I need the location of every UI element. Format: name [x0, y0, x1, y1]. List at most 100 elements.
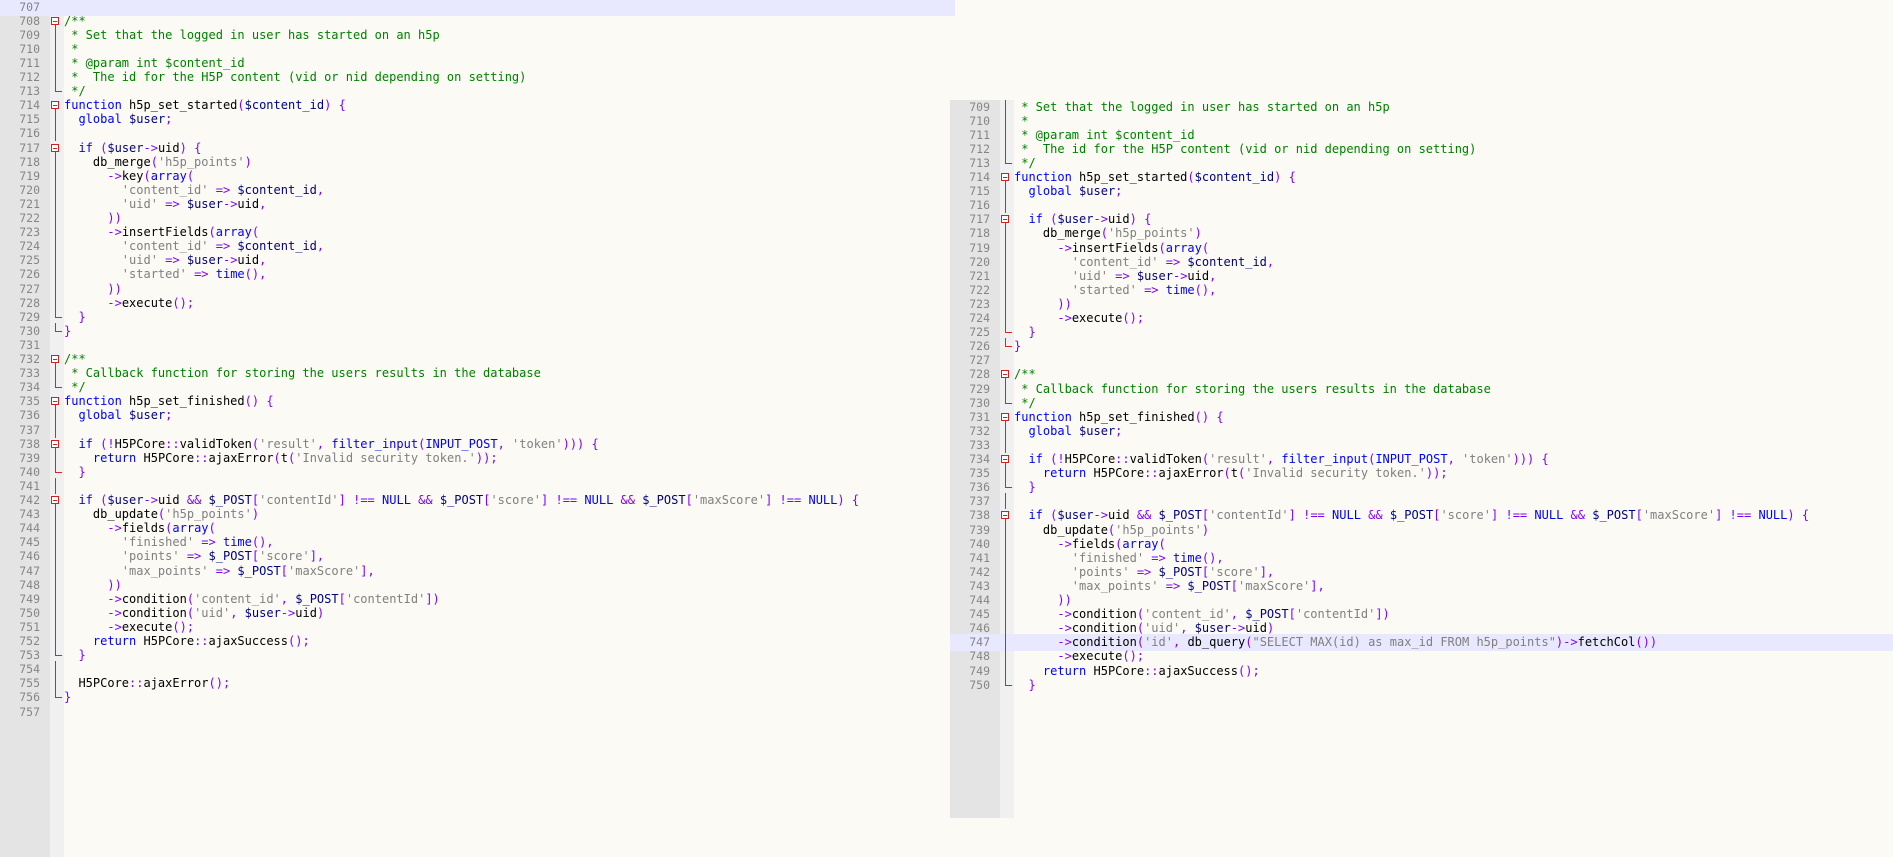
right-code-editor[interactable]: 709 * Set that the logged in user has st…: [950, 100, 1893, 818]
code-token: if: [1028, 452, 1043, 466]
code-token: h5p_set_finished: [121, 394, 245, 409]
code-token: $content_id: [1194, 170, 1275, 184]
code-token: ajaxSuccess: [1158, 663, 1238, 678]
code-token: ,: [1209, 268, 1217, 283]
code-token: $_POST: [1592, 508, 1636, 523]
fold-collapse-icon[interactable]: [1001, 511, 1009, 520]
code-token: condition: [1071, 607, 1137, 622]
code-token: !==: [779, 493, 802, 507]
code-token: 'h5p_points': [165, 507, 252, 522]
code-token: ->: [1057, 649, 1072, 664]
code-token: condition: [121, 591, 187, 606]
code-token: (: [208, 521, 216, 536]
code-token: )): [107, 281, 122, 296]
code-token: if: [78, 140, 93, 155]
code-token: array: [172, 521, 209, 536]
code-token: }: [1014, 339, 1022, 354]
fold-collapse-icon[interactable]: [51, 16, 59, 25]
code-token: return: [1042, 663, 1087, 678]
code-token: $_POST: [1389, 508, 1434, 523]
code-token: * The id for the H5P content (vid or nid…: [64, 70, 527, 84]
fold-end-marker: [56, 387, 62, 389]
code-token: uid: [1107, 508, 1137, 523]
code-token: (: [1201, 240, 1210, 255]
code-token: ,: [1447, 452, 1455, 466]
code-text: }: [1014, 677, 1035, 694]
fold-collapse-icon[interactable]: [1001, 455, 1009, 463]
code-token: ()): [1635, 635, 1658, 650]
code-token: ): [1129, 212, 1137, 227]
code-token: 'score': [259, 549, 310, 564]
code-token: (: [1100, 226, 1108, 241]
code-token: =>: [1165, 578, 1181, 593]
code-token: ->: [143, 493, 158, 507]
code-token: ,: [316, 239, 325, 254]
code-token: H5PCore: [64, 676, 130, 691]
code-token: )->: [1555, 635, 1578, 650]
code-token: time: [222, 535, 252, 550]
code-token: ;: [165, 408, 173, 423]
code-token: ));: [475, 450, 498, 465]
code-token: ->: [1057, 621, 1072, 636]
code-token: =>: [1115, 268, 1130, 283]
code-token: ,: [316, 182, 325, 197]
code-token: */: [64, 84, 86, 99]
fold-collapse-icon[interactable]: [1001, 215, 1009, 224]
fold-end-marker: [56, 471, 62, 473]
code-line[interactable]: 757: [0, 704, 955, 721]
code-token: }: [1028, 480, 1036, 495]
fold-collapse-icon[interactable]: [51, 439, 59, 448]
code-token: key: [121, 168, 144, 183]
code-token: H5PCore: [136, 634, 195, 648]
code-token: 'finished': [121, 535, 195, 550]
code-token: ],: [309, 549, 325, 564]
code-token: (): [1194, 409, 1210, 424]
code-token: 'h5p_points': [157, 154, 245, 169]
fold-collapse-icon[interactable]: [51, 397, 59, 406]
code-token: [: [1230, 578, 1239, 593]
code-token: $_POST: [295, 591, 339, 606]
code-token: $user: [186, 196, 223, 211]
fold-collapse-icon[interactable]: [51, 101, 59, 110]
code-line[interactable]: 750 }: [950, 676, 1893, 694]
code-token: $content_id: [237, 182, 317, 197]
code-token: (: [237, 98, 245, 113]
code-token: global: [1028, 423, 1072, 438]
code-token: * @param int $content_id: [1014, 127, 1195, 142]
fold-collapse-icon[interactable]: [51, 496, 59, 504]
code-token: H5PCore: [1086, 663, 1145, 678]
fold-collapse-icon[interactable]: [51, 355, 59, 363]
fold-collapse-icon[interactable]: [1001, 412, 1009, 421]
code-token: {: [194, 140, 202, 155]
fold-collapse-icon[interactable]: [51, 143, 59, 152]
code-token: &&: [418, 493, 433, 507]
code-token: *: [64, 41, 79, 56]
code-token: ();: [1122, 649, 1145, 664]
code-token: ->: [107, 521, 122, 536]
code-token: $user: [129, 112, 166, 127]
fold-collapse-icon[interactable]: [1001, 173, 1009, 181]
fold-collapse-icon[interactable]: [1001, 370, 1009, 379]
code-token: (: [150, 154, 158, 169]
left-code-editor[interactable]: 707 708/** 709 * Set that the logged in us…: [0, 0, 955, 857]
code-token: 'result': [259, 436, 317, 451]
code-token: [: [338, 591, 346, 606]
code-token: ,: [1266, 254, 1275, 269]
code-token: (: [186, 591, 195, 606]
code-token: )): [1057, 296, 1072, 311]
